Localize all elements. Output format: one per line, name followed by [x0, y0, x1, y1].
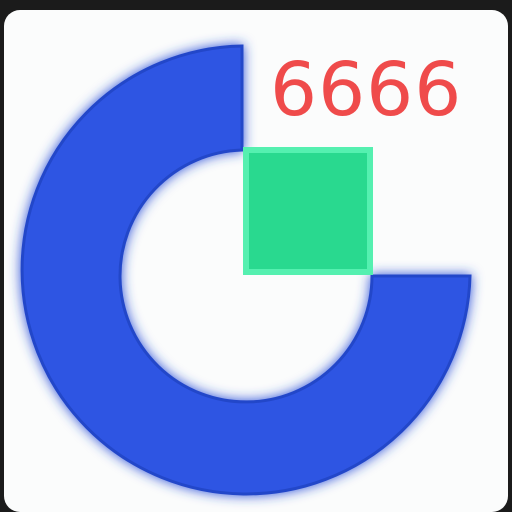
icon-frame: 6666 — [0, 0, 512, 512]
app-icon-tile[interactable]: 6666 — [4, 10, 508, 512]
badge-number: 6666 — [270, 47, 463, 133]
green-square-shape — [243, 147, 373, 275]
